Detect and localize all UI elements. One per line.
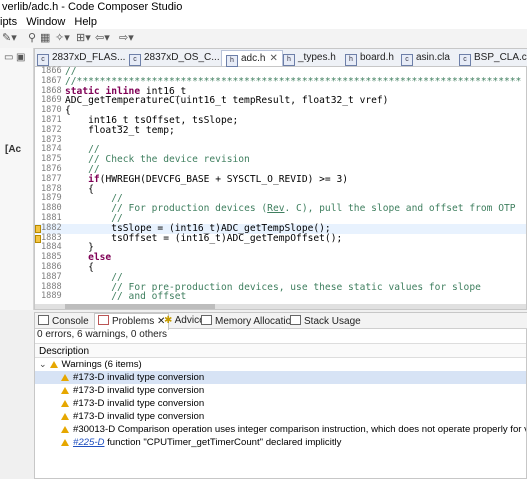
file-icon: c bbox=[37, 54, 49, 66]
code-text: tsOffset = (int16_t)ADC_getTempOffset(); bbox=[65, 232, 343, 244]
code-text: // and offset bbox=[111, 291, 187, 303]
problem-row[interactable]: #173-D invalid type conversion bbox=[35, 397, 526, 410]
tab-memory-allocation[interactable]: Memory Allocation bbox=[201, 315, 297, 328]
problem-row[interactable]: #173-D invalid type conversion bbox=[35, 371, 526, 384]
console-icon bbox=[38, 315, 49, 325]
code-line[interactable]: 1872 float32_t temp; bbox=[35, 124, 526, 136]
problem-row[interactable]: #30013-D Comparison operation uses integ… bbox=[35, 423, 526, 436]
open-type-icon[interactable]: ▦ bbox=[40, 32, 50, 44]
warning-icon bbox=[61, 439, 69, 446]
menu-window[interactable]: Window bbox=[26, 16, 65, 28]
panel-label: [Ac bbox=[5, 144, 22, 155]
warning-icon bbox=[61, 400, 69, 407]
warning-icon bbox=[61, 426, 69, 433]
code-text: // For production devices (Rev. C), pull… bbox=[111, 203, 516, 215]
problems-summary: 0 errors, 6 warnings, 0 others bbox=[37, 329, 168, 340]
window-title: verlib/adc.h - Code Composer Studio bbox=[0, 0, 527, 15]
warnings-group[interactable]: ⌄ Warnings (6 items) bbox=[35, 358, 527, 371]
advice-icon: ✱ bbox=[164, 315, 175, 326]
code-line[interactable]: 1869 ADC_getTemperatureC(uint16_t tempRes… bbox=[35, 96, 526, 106]
code-text: if(HWREGH(DEVCFG_BASE + SYSCTL_O_REVID) … bbox=[88, 173, 349, 185]
minimize-icon[interactable]: ▭ bbox=[4, 52, 13, 63]
annotation-icon[interactable]: ✧▾ bbox=[55, 32, 70, 44]
tab-board-h[interactable]: h board.h bbox=[345, 50, 394, 66]
warning-icon bbox=[61, 413, 69, 420]
back-icon[interactable]: ⇦▾ bbox=[95, 32, 110, 44]
problems-icon bbox=[98, 315, 109, 325]
code-text: float32_t temp; bbox=[65, 124, 175, 136]
header-file-icon: h bbox=[226, 55, 238, 67]
tab-types-h[interactable]: h _types.h bbox=[283, 50, 336, 66]
close-icon[interactable]: ✕ bbox=[269, 53, 277, 64]
problems-panel: Console Problems ✕ ✱ Advice Memory Alloc… bbox=[34, 312, 527, 479]
file-icon: c bbox=[401, 54, 413, 66]
chevron-down-icon[interactable]: ⌄ bbox=[39, 358, 47, 371]
tab-flash[interactable]: c 2837xD_FLAS... bbox=[37, 50, 125, 66]
tab-stack-usage[interactable]: Stack Usage bbox=[290, 315, 361, 328]
code-line[interactable]: 1885 else bbox=[35, 252, 526, 263]
problem-row[interactable]: #173-D invalid type conversion bbox=[35, 410, 526, 423]
horizontal-scrollbar[interactable] bbox=[35, 304, 526, 309]
editor: c 2837xD_FLAS... c 2837xD_OS_C... h adc.h ✕ … bbox=[34, 48, 527, 310]
tab-advice[interactable]: ✱ Advice bbox=[164, 315, 205, 327]
search-icon[interactable]: ⚲ bbox=[28, 32, 36, 44]
file-icon: c bbox=[129, 54, 141, 66]
line-number: 1889 bbox=[41, 291, 62, 302]
tab-bsp-cla[interactable]: c BSP_CLA.c bbox=[459, 50, 527, 66]
warning-icon bbox=[61, 387, 69, 394]
menu-scripts[interactable]: ipts bbox=[0, 16, 17, 28]
code-line[interactable]: 1889 // and offset bbox=[35, 292, 526, 302]
left-panel: ▭ ▣ [Ac bbox=[0, 48, 34, 310]
debug-icon[interactable]: ✎▾ bbox=[2, 32, 17, 44]
tab-os[interactable]: c 2837xD_OS_C... bbox=[129, 50, 220, 66]
tab-problems[interactable]: Problems ✕ bbox=[94, 313, 170, 330]
code-line[interactable]: 1877 if(HWREGH(DEVCFG_BASE + SYSCTL_O_RE… bbox=[35, 173, 526, 185]
code-text: ADC_getTemperatureC(uint16_t tempResult,… bbox=[65, 95, 389, 107]
toolbar: ✎▾ ⚲ ▦ ✧▾ ⊞▾ ⇦▾ ⇨▾ bbox=[0, 29, 527, 49]
problem-row[interactable]: #225-D function "CPUTimer_getTimerCount"… bbox=[35, 436, 526, 449]
scroll-thumb[interactable] bbox=[65, 304, 215, 309]
problem-row[interactable]: #173-D invalid type conversion bbox=[35, 384, 526, 397]
tab-console[interactable]: Console bbox=[38, 315, 89, 328]
menu-bar: ipts Window Help bbox=[0, 15, 527, 29]
code-line[interactable]: 1883 tsOffset = (int16_t)ADC_getTempOffs… bbox=[35, 232, 526, 244]
forward-icon[interactable]: ⇨▾ bbox=[119, 32, 134, 44]
bottom-tabs: Console Problems ✕ ✱ Advice Memory Alloc… bbox=[35, 313, 527, 330]
warning-icon bbox=[49, 361, 58, 368]
memory-icon bbox=[201, 315, 212, 325]
editor-tabs: c 2837xD_FLAS... c 2837xD_OS_C... h adc.h ✕ … bbox=[35, 49, 527, 67]
file-icon: c bbox=[459, 54, 471, 66]
tab-adc-h[interactable]: h adc.h ✕ bbox=[221, 50, 283, 67]
header-file-icon: h bbox=[283, 54, 295, 66]
stack-icon bbox=[290, 315, 301, 325]
problem-link[interactable]: #225-D bbox=[73, 437, 104, 448]
menu-help[interactable]: Help bbox=[74, 16, 97, 28]
maximize-icon[interactable]: ▣ bbox=[16, 52, 25, 63]
tab-asin-cla[interactable]: c asin.cla bbox=[401, 50, 450, 66]
description-column-header[interactable]: Description bbox=[35, 343, 526, 358]
next-annotation-icon[interactable]: ⊞▾ bbox=[76, 32, 91, 44]
header-file-icon: h bbox=[345, 54, 357, 66]
code-area[interactable]: 1866//1867//****************************… bbox=[35, 66, 526, 307]
warning-icon bbox=[61, 374, 69, 381]
code-line[interactable]: 1875 // Check the device revision bbox=[35, 154, 526, 165]
code-line[interactable]: 1873 bbox=[35, 135, 526, 146]
